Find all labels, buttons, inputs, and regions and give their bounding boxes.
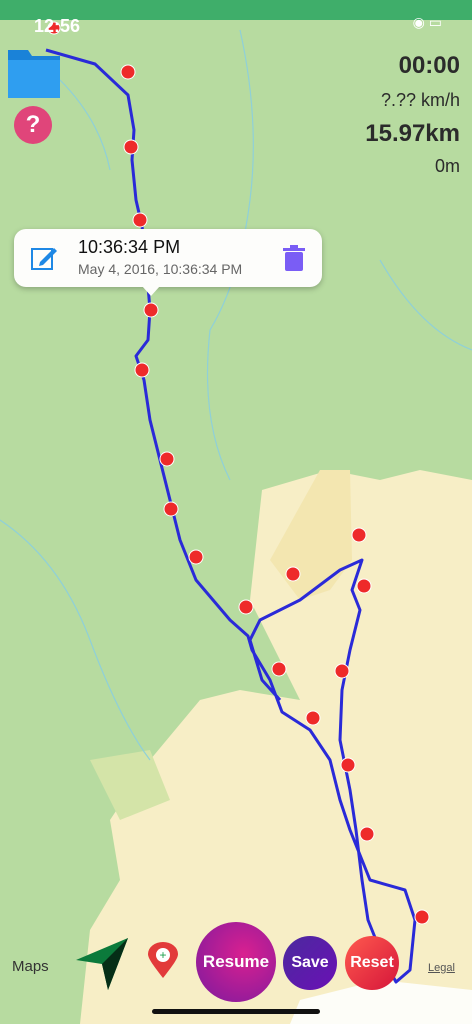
add-pin-icon[interactable]: + (146, 942, 180, 980)
status-time: 12:56 (34, 16, 81, 36)
callout-title: 10:36:34 PM (78, 237, 181, 257)
distance-readout: 15.97km (365, 120, 460, 147)
help-button[interactable]: ? (14, 106, 52, 144)
reset-button[interactable]: Reset (345, 936, 399, 990)
battery-icon: ▭ (428, 14, 442, 30)
elapsed-time: 00:00 (398, 52, 460, 79)
map-view[interactable] (0, 0, 472, 1024)
wifi-icon: ◉ (412, 14, 425, 30)
home-indicator (152, 1009, 320, 1014)
edit-icon[interactable] (30, 244, 58, 272)
maps-attribution: Maps (12, 958, 49, 975)
pin-callout[interactable]: 10:36:34 PM May 4, 2016, 10:36:34 PM (14, 229, 322, 296)
compass-arrow-icon[interactable] (72, 934, 132, 994)
folder-icon[interactable] (6, 44, 62, 100)
save-button[interactable]: Save (283, 936, 337, 990)
callout-subtitle: May 4, 2016, 10:36:34 PM (78, 261, 243, 277)
svg-text:+: + (159, 948, 166, 962)
legal-link[interactable]: Legal (428, 962, 455, 974)
resume-button[interactable]: Resume (196, 922, 276, 1002)
status-icons: ◉ ▭ (413, 14, 442, 31)
trash-icon[interactable] (282, 244, 306, 272)
speed-readout: ?.?? km/h (380, 90, 460, 110)
altitude-readout: 0m (434, 156, 460, 176)
